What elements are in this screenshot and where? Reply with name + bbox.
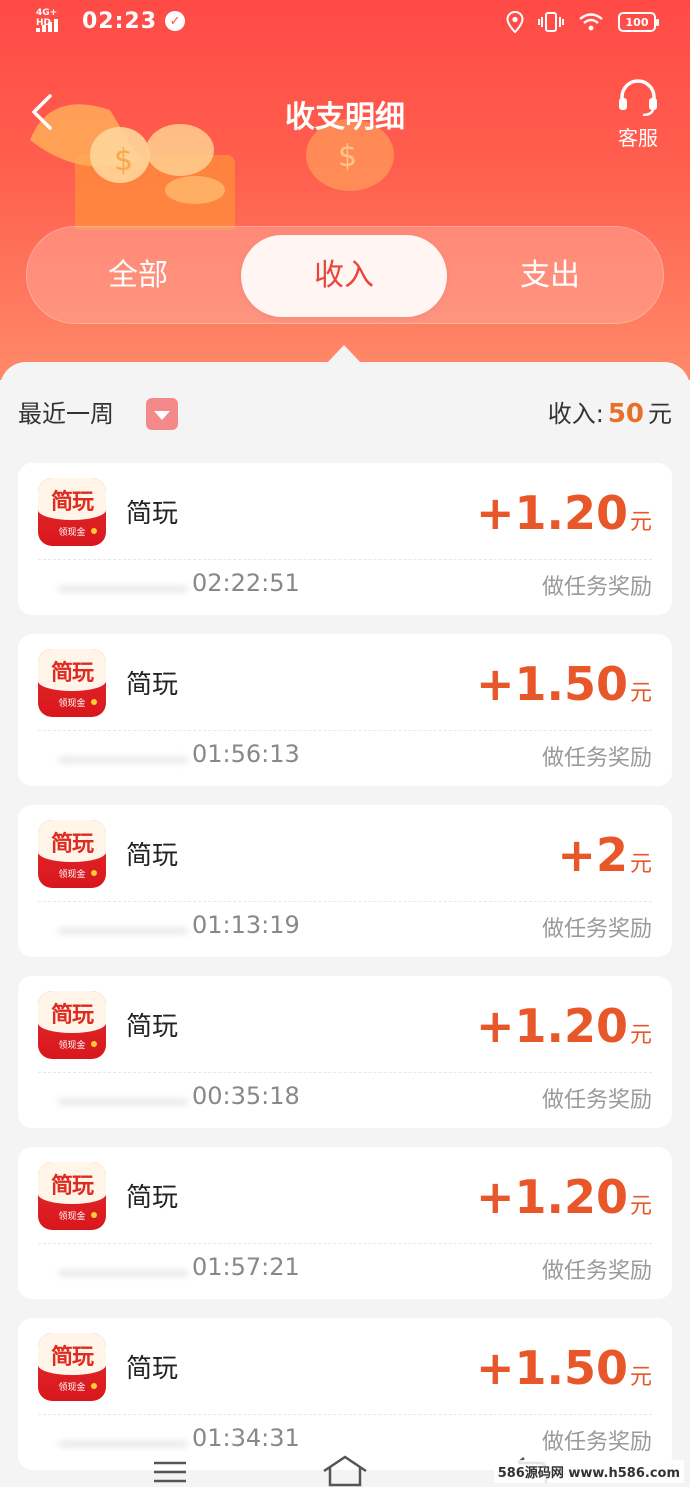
record-time: 01:57:21 — [192, 1253, 300, 1281]
jianwan-app-icon: 简玩 领现金 — [38, 1162, 106, 1230]
record-reason: 做任务奖励 — [541, 1259, 652, 1284]
svg-text:$: $ — [338, 139, 357, 174]
app-icon-title: 简玩 — [50, 831, 94, 857]
record-divider — [38, 559, 652, 560]
income-total-label: 收入: — [547, 400, 604, 428]
status-bar: 4G+ HD 02:23 ✓ 100 — [0, 0, 690, 46]
record-divider — [38, 1414, 652, 1415]
record-divider — [38, 1072, 652, 1073]
record-amount-unit: 元 — [629, 681, 652, 706]
app-icon-title: 简玩 — [50, 1344, 94, 1370]
record-app-name: 简玩 — [126, 1354, 179, 1384]
record-amount-value: +1.50 — [475, 657, 628, 711]
record-amount-value: +1.20 — [475, 999, 628, 1053]
jianwan-app-icon: 简玩 领现金 — [38, 991, 106, 1059]
record-amount: +1.50元 — [476, 1340, 652, 1406]
record-amount-value: +1.50 — [475, 1341, 628, 1395]
record-card[interactable]: 简玩 领现金 简玩 +1.50元 01:56:13 做任务奖励 — [18, 634, 672, 786]
blurred-date — [58, 756, 188, 764]
jianwan-app-icon: 简玩 领现金 — [38, 478, 106, 546]
battery-icon: 100 — [618, 12, 659, 32]
record-reason: 做任务奖励 — [541, 1088, 652, 1113]
watermark: 586源码网 www.h586.com — [493, 1460, 684, 1483]
status-time: 02:23 — [82, 8, 158, 34]
record-amount: +1.50元 — [476, 656, 652, 722]
page-title: 收支明细 — [285, 100, 405, 135]
record-app-name: 简玩 — [126, 670, 179, 700]
tab-expense[interactable]: 支出 — [447, 235, 653, 317]
record-reason: 做任务奖励 — [541, 575, 652, 600]
record-card[interactable]: 简玩 领现金 简玩 +1.20元 00:35:18 做任务奖励 — [18, 976, 672, 1128]
income-total-unit: 元 — [648, 400, 672, 428]
app-icon-title: 简玩 — [50, 660, 94, 686]
record-app-name: 简玩 — [126, 1183, 179, 1213]
record-app-name: 简玩 — [126, 841, 179, 871]
record-amount-unit: 元 — [629, 852, 652, 877]
record-card[interactable]: 简玩 领现金 简玩 +1.20元 01:57:21 做任务奖励 — [18, 1147, 672, 1299]
record-amount-unit: 元 — [629, 1365, 652, 1390]
period-dropdown-icon[interactable] — [146, 398, 178, 430]
jianwan-app-icon: 简玩 领现金 — [38, 649, 106, 717]
record-amount: +1.20元 — [476, 485, 652, 551]
app-icon-title: 简玩 — [50, 1002, 94, 1028]
location-icon — [506, 11, 524, 33]
record-time: 02:22:51 — [192, 569, 300, 597]
app-icon-title: 简玩 — [50, 489, 94, 515]
record-app-name: 简玩 — [126, 499, 179, 529]
wifi-icon — [579, 13, 603, 31]
home-nav-icon[interactable] — [323, 1455, 367, 1487]
customer-service-label: 客服 — [618, 126, 658, 150]
record-time: 00:35:18 — [192, 1082, 300, 1110]
record-amount-unit: 元 — [629, 1194, 652, 1219]
menu-nav-icon[interactable] — [154, 1461, 186, 1483]
record-amount: +1.20元 — [476, 1169, 652, 1235]
record-app-name: 简玩 — [126, 1012, 179, 1042]
jianwan-app-icon: 简玩 领现金 — [38, 1333, 106, 1401]
record-amount-value: +1.20 — [475, 486, 628, 540]
income-total: 收入: 50 元 — [548, 396, 672, 432]
battery-level: 100 — [625, 15, 649, 29]
period-filter-row: 最近一周 收入: 50 元 — [18, 396, 672, 432]
record-divider — [38, 901, 652, 902]
app-icon-title: 简玩 — [50, 1173, 94, 1199]
blurred-date — [58, 585, 188, 593]
record-reason: 做任务奖励 — [541, 746, 652, 771]
blurred-date — [58, 927, 188, 935]
record-amount-value: +1.20 — [475, 1170, 628, 1224]
blurred-date — [58, 1098, 188, 1106]
record-amount-value: +2 — [557, 828, 628, 882]
period-label[interactable]: 最近一周 — [18, 396, 114, 432]
record-time: 01:13:19 — [192, 911, 300, 939]
headset-icon — [619, 79, 657, 117]
blurred-date — [58, 1269, 188, 1277]
jianwan-app-icon: 简玩 领现金 — [38, 820, 106, 888]
tab-all[interactable]: 全部 — [35, 235, 241, 317]
record-amount: +1.20元 — [476, 998, 652, 1064]
record-reason: 做任务奖励 — [541, 917, 652, 942]
cellular-signal-icon: 4G+ HD — [34, 8, 74, 34]
tab-pointer — [327, 345, 361, 363]
svg-text:$: $ — [114, 143, 133, 178]
tab-income[interactable]: 收入 — [241, 235, 447, 317]
verified-check-icon: ✓ — [165, 11, 186, 31]
record-time: 01:56:13 — [192, 740, 300, 768]
customer-service-button[interactable]: 客服 — [614, 78, 662, 151]
record-amount: +2元 — [557, 827, 652, 893]
income-total-value: 50 — [607, 399, 644, 429]
filter-tabs: 全部 收入 支出 — [26, 226, 664, 324]
vibrate-icon — [538, 12, 564, 32]
record-divider — [38, 1243, 652, 1244]
record-card[interactable]: 简玩 领现金 简玩 +2元 01:13:19 做任务奖励 — [18, 805, 672, 957]
record-card[interactable]: 简玩 领现金 简玩 +1.20元 02:22:51 做任务奖励 — [18, 463, 672, 615]
record-divider — [38, 730, 652, 731]
record-amount-unit: 元 — [629, 510, 652, 535]
record-amount-unit: 元 — [629, 1023, 652, 1048]
